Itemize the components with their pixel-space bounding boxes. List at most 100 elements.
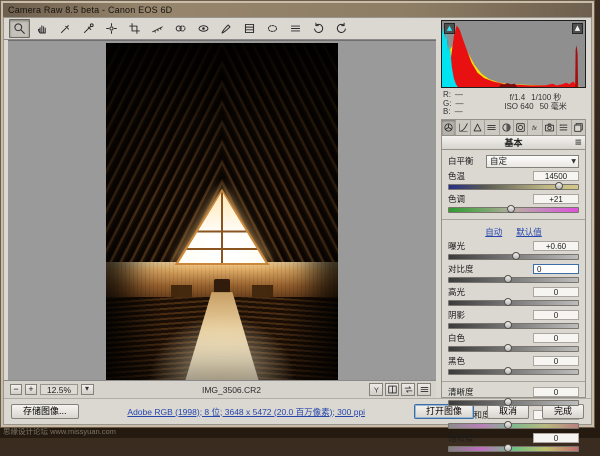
- whites-slider[interactable]: [448, 346, 579, 352]
- rotate-right-icon-button[interactable]: [331, 19, 352, 38]
- slider-row-contrast: 对比度0: [448, 264, 579, 283]
- blacks-slider[interactable]: [448, 369, 579, 375]
- done-button[interactable]: 完成: [542, 404, 584, 419]
- clarity-label: 清晰度: [448, 386, 474, 398]
- spot-removal-tool-button[interactable]: [170, 19, 191, 38]
- photo-vignette: [106, 43, 338, 380]
- vibrance-slider[interactable]: [448, 423, 579, 429]
- zoom-out-button[interactable]: −: [10, 384, 22, 395]
- blacks-slider-thumb[interactable]: [504, 367, 512, 375]
- footer-buttons: 打开图像 取消 完成: [414, 404, 584, 419]
- saturation-slider-thumb[interactable]: [504, 444, 512, 452]
- targeted-adjustment-tool: [105, 22, 118, 35]
- preview-swap-icon-button[interactable]: [401, 383, 415, 396]
- lens-corrections-tab[interactable]: [514, 120, 528, 135]
- contrast-slider[interactable]: [448, 277, 579, 283]
- b-label: B:: [443, 108, 451, 117]
- temperature-value-field[interactable]: 14500: [533, 171, 579, 181]
- exposure-slider[interactable]: [448, 254, 579, 260]
- highlights-value-field[interactable]: 0: [533, 287, 579, 297]
- hand-tool-button[interactable]: [32, 19, 53, 38]
- workflow-options-link[interactable]: Adobe RGB (1998); 8 位; 3648 x 5472 (20.0…: [87, 406, 406, 418]
- filename-label: IMG_3506.CR2: [97, 385, 366, 395]
- split-toning-tab[interactable]: [500, 120, 514, 135]
- shadows-slider-thumb[interactable]: [504, 321, 512, 329]
- tone-curve-tab[interactable]: [456, 120, 470, 135]
- hand-tool: [36, 22, 49, 35]
- slider-row-shadows: 阴影0: [448, 310, 579, 329]
- exposure-slider-thumb[interactable]: [512, 252, 520, 260]
- whites-value-field[interactable]: 0: [533, 333, 579, 343]
- highlight-clipping-indicator[interactable]: ▲: [572, 23, 583, 34]
- temperature-slider-thumb[interactable]: [555, 182, 563, 190]
- effects-tab: fx: [530, 122, 541, 133]
- highlights-slider-thumb[interactable]: [504, 298, 512, 306]
- highlights-slider[interactable]: [448, 300, 579, 306]
- shadow-clipping-indicator[interactable]: ▲: [444, 23, 455, 34]
- blacks-value-field[interactable]: 0: [533, 356, 579, 366]
- tint-slider[interactable]: [448, 207, 579, 213]
- white-balance-tool-button[interactable]: [55, 19, 76, 38]
- camera-raw-dialog: − + 12.5% IMG_3506.CR2 Y: [3, 17, 592, 425]
- rotate-left-icon-button[interactable]: [308, 19, 329, 38]
- graduated-filter-tool-button[interactable]: [239, 19, 260, 38]
- zoom-in-button[interactable]: +: [25, 384, 37, 395]
- temperature-slider[interactable]: [448, 184, 579, 190]
- snapshots-tab[interactable]: [572, 120, 585, 135]
- open-image-button[interactable]: 打开图像: [414, 404, 474, 419]
- basic-panel-header: 基本: [441, 136, 586, 150]
- shadows-value-field[interactable]: 0: [533, 310, 579, 320]
- adjustment-brush-tool-button[interactable]: [216, 19, 237, 38]
- presets-tab[interactable]: [557, 120, 571, 135]
- window-titlebar[interactable]: Camera Raw 8.5 beta - Canon EOS 6D: [3, 3, 592, 17]
- histogram[interactable]: ▲ ▲: [441, 20, 586, 88]
- basic-tab[interactable]: [442, 120, 456, 135]
- preview-menu-icon-button[interactable]: [417, 383, 431, 396]
- zoom-level-dropdown[interactable]: [81, 384, 94, 395]
- straighten-tool-button[interactable]: [147, 19, 168, 38]
- tint-value-field[interactable]: +21: [533, 194, 579, 204]
- hsl-grayscale-tab[interactable]: [485, 120, 499, 135]
- contrast-value-field[interactable]: 0: [533, 264, 579, 274]
- basic-panel-body: 白平衡 自定 色温14500色调+21 自动 默认值 曝光+0.60对比度0高光…: [441, 150, 586, 399]
- zoom-tool-button[interactable]: [9, 19, 30, 38]
- targeted-adjustment-tool-button[interactable]: [101, 19, 122, 38]
- save-image-button[interactable]: 存储图像...: [11, 404, 79, 419]
- cancel-button[interactable]: 取消: [487, 404, 529, 419]
- spot-removal-tool: [174, 22, 187, 35]
- red-eye-removal-tool-button[interactable]: [193, 19, 214, 38]
- rgb-readout: R:— G:— B:—: [443, 91, 487, 117]
- tone-curve-tab: [458, 122, 469, 133]
- panel-menu-icon[interactable]: [574, 136, 582, 149]
- clarity-slider-thumb[interactable]: [504, 398, 512, 406]
- desktop: { "window": { "title": "Camera Raw 8.5 b…: [0, 0, 600, 438]
- exposure-label: 曝光: [448, 240, 465, 252]
- saturation-slider[interactable]: [448, 446, 579, 452]
- whites-slider-thumb[interactable]: [504, 344, 512, 352]
- effects-tab[interactable]: fx: [528, 120, 542, 135]
- auto-link[interactable]: 自动: [485, 226, 502, 238]
- camera-calibration-tab[interactable]: [543, 120, 557, 135]
- window-title: Camera Raw 8.5 beta - Canon EOS 6D: [8, 5, 172, 15]
- radial-filter-tool-button[interactable]: [262, 19, 283, 38]
- exposure-value-field[interactable]: +0.60: [533, 241, 579, 251]
- preferences-icon-button[interactable]: [285, 19, 306, 38]
- color-sampler-tool-button[interactable]: [78, 19, 99, 38]
- tint-slider-thumb[interactable]: [507, 205, 515, 213]
- clarity-value-field[interactable]: 0: [533, 387, 579, 397]
- white-balance-select[interactable]: 自定: [486, 155, 579, 168]
- photo-church-interior[interactable]: [106, 43, 338, 380]
- clarity-slider[interactable]: [448, 400, 579, 406]
- vibrance-slider-thumb[interactable]: [504, 421, 512, 429]
- svg-text:Y: Y: [373, 385, 378, 394]
- default-link[interactable]: 默认值: [516, 226, 542, 238]
- detail-tab[interactable]: [471, 120, 485, 135]
- focal-length-value: 50 毫米: [537, 102, 570, 111]
- crop-tool-button[interactable]: [124, 19, 145, 38]
- image-preview-area[interactable]: [8, 40, 436, 380]
- camera-calibration-tab: [544, 122, 555, 133]
- shadows-slider[interactable]: [448, 323, 579, 329]
- preview-split-icon-button[interactable]: [385, 383, 399, 396]
- contrast-slider-thumb[interactable]: [504, 275, 512, 283]
- preview-before-after-icon-button[interactable]: Y: [369, 383, 383, 396]
